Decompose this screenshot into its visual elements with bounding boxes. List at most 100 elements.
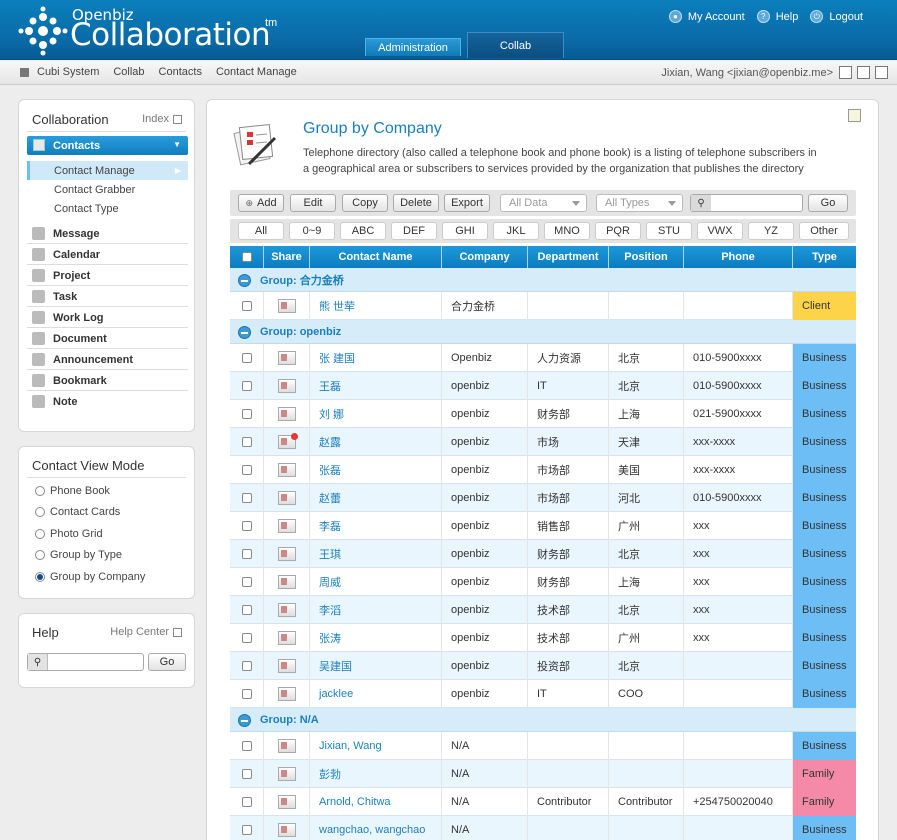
grid-search-input[interactable]: ⚲ [690,194,803,212]
alpha-filter-button[interactable]: GHI [442,222,488,240]
contact-card-icon[interactable] [277,379,296,393]
table-row[interactable]: 张涛 openbiz 技术部 广州 xxx Business [230,624,856,652]
edit-icon[interactable] [839,66,852,79]
view-contact-cards[interactable]: Contact Cards [35,506,120,518]
menu-document[interactable]: Document [27,329,188,349]
copy-button[interactable]: Copy [342,194,388,212]
breadcrumb-item[interactable]: Cubi System [37,66,99,78]
edit-button[interactable]: Edit [290,194,336,212]
table-row[interactable]: 吴建国 openbiz 投资部 北京 Business [230,652,856,680]
select-all-checkbox[interactable] [241,252,252,262]
menu-calendar[interactable]: Calendar [27,245,188,265]
table-row[interactable]: 王琪 openbiz 财务部 北京 xxx Business [230,540,856,568]
contact-name-link[interactable]: Arnold, Chitwa [319,796,391,808]
breadcrumb-item[interactable]: Contact Manage [216,66,297,78]
menu-note[interactable]: Note [27,392,188,412]
help-search-input[interactable]: ⚲ [27,653,144,671]
radio-button[interactable] [35,507,45,517]
row-checkbox[interactable] [241,493,252,503]
contact-card-icon[interactable] [277,491,296,505]
row-checkbox[interactable] [241,549,252,559]
contact-name-link[interactable]: 张 建国 [319,350,355,366]
collapse-icon[interactable] [238,274,251,287]
contact-card-icon[interactable] [277,603,296,617]
tab-administration[interactable]: Administration [365,38,461,56]
table-row[interactable]: wangchao, wangchao N/A Business [230,816,856,840]
table-row[interactable]: 彭勃 N/A Family [230,760,856,788]
breadcrumb-item[interactable]: Collab [113,66,144,78]
contact-card-icon[interactable] [277,687,296,701]
column-header[interactable]: Phone [684,246,793,268]
contact-card-icon[interactable] [277,351,296,365]
help-link[interactable]: ? Help [756,10,798,23]
fullscreen-icon[interactable] [875,66,888,79]
row-checkbox[interactable] [241,521,252,531]
menu-project[interactable]: Project [27,266,188,286]
table-row[interactable]: 李滔 openbiz 技术部 北京 xxx Business [230,596,856,624]
row-checkbox[interactable] [241,661,252,671]
group-row[interactable]: Group: openbiz [230,320,856,344]
row-checkbox[interactable] [241,409,252,419]
group-row[interactable]: Group: N/A [230,708,856,732]
export-button[interactable]: Export [444,194,490,212]
contact-name-link[interactable]: 王琪 [319,546,341,562]
contact-card-icon[interactable] [277,299,296,313]
contact-name-link[interactable]: 李磊 [319,518,341,534]
delete-button[interactable]: Delete [393,194,439,212]
view-group-by-company[interactable]: Group by Company [35,571,145,583]
contact-name-link[interactable]: wangchao, wangchao [319,824,425,836]
view-group-by-type[interactable]: Group by Type [35,549,122,561]
table-row[interactable]: Jixian, Wang N/A Business [230,732,856,760]
row-checkbox[interactable] [241,689,252,699]
table-row[interactable]: Arnold, Chitwa N/A Contributor Contributor +… [230,788,856,816]
column-header[interactable]: Type [793,246,856,268]
menu-task[interactable]: Task [27,287,188,307]
menu-contacts[interactable]: Contacts ▼ [27,136,188,155]
submenu-contact-manage[interactable]: Contact Manage ▶ [27,161,188,180]
alpha-filter-button[interactable]: JKL [493,222,539,240]
table-row[interactable]: 李磊 openbiz 销售部 广州 xxx Business [230,512,856,540]
contact-card-icon[interactable] [277,519,296,533]
radio-button[interactable] [35,529,45,539]
submenu-contact-grabber[interactable]: Contact Grabber [27,180,188,199]
help-center-link[interactable]: Help Center [110,626,182,638]
column-header[interactable]: Contact Name [310,246,442,268]
contact-name-link[interactable]: 王磊 [319,378,341,394]
contact-name-link[interactable]: 熊 世荦 [319,298,355,314]
contact-name-link[interactable]: 李滔 [319,602,341,618]
contact-name-link[interactable]: 赵露 [319,434,341,450]
contact-card-icon[interactable] [277,547,296,561]
tab-collab[interactable]: Collab [467,32,564,58]
radio-button[interactable] [35,486,45,496]
radio-button-selected[interactable] [35,572,45,582]
contact-card-icon[interactable] [277,407,296,421]
contact-card-icon[interactable] [277,739,296,753]
view-phone-book[interactable]: Phone Book [35,485,110,497]
data-filter-select[interactable]: All Data [500,194,587,212]
table-row[interactable]: 刘 娜 openbiz 财务部 上海 021-5900xxxx Business [230,400,856,428]
row-checkbox[interactable] [241,741,252,751]
menu-message[interactable]: Message [27,224,188,244]
alpha-filter-button[interactable]: All [238,222,284,240]
table-row[interactable]: 张 建国 Openbiz 人力资源 北京 010-5900xxxx Business [230,344,856,372]
contact-card-icon[interactable] [277,795,296,809]
search-go-button[interactable]: Go [808,194,848,212]
index-link[interactable]: Index [142,113,182,125]
collapse-icon[interactable] [238,714,251,727]
type-filter-select[interactable]: All Types [596,194,683,212]
help-go-button[interactable]: Go [148,653,186,671]
contact-card-icon[interactable] [277,575,296,589]
shared-contact-card-icon[interactable] [277,433,298,449]
row-checkbox[interactable] [241,465,252,475]
column-header[interactable]: Company [442,246,528,268]
contact-name-link[interactable]: 张磊 [319,462,341,478]
view-photo-grid[interactable]: Photo Grid [35,528,103,540]
group-row[interactable]: Group: 合力金桥 [230,268,856,292]
alpha-filter-button[interactable]: ABC [340,222,386,240]
table-row[interactable]: 赵露 openbiz 市场 天津 xxx-xxxx Business [230,428,856,456]
add-button[interactable]: ⊕ Add [238,194,284,212]
contact-name-link[interactable]: 张涛 [319,630,341,646]
radio-button[interactable] [35,550,45,560]
menu-bookmark[interactable]: Bookmark [27,371,188,391]
logout-link[interactable]: ⏻ Logout [810,10,863,23]
